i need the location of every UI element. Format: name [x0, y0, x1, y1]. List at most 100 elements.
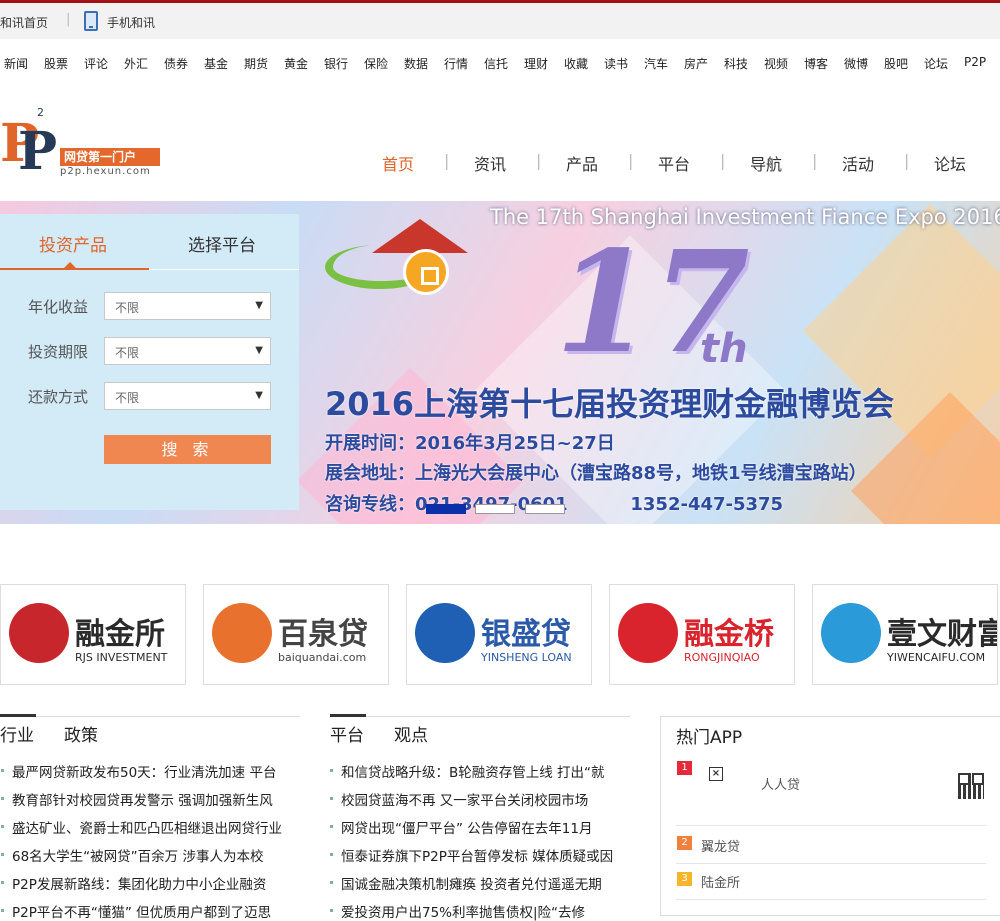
partner-logo-box[interactable]: 壹文财富 YIWENCAIFU.COM	[812, 584, 998, 685]
nav-item[interactable]: 视频	[764, 55, 788, 72]
partner-logo-icon	[212, 603, 272, 663]
news-link[interactable]: P2P发展新路线：集团化助力中小企业融资	[12, 873, 300, 893]
tab-select-platform[interactable]: 选择平台	[188, 231, 256, 256]
partner-name: 银盛贷	[481, 617, 571, 652]
carousel-dot-2[interactable]	[475, 504, 515, 514]
partner-sub: YINSHENG LOAN	[481, 651, 572, 664]
nav-item[interactable]: 房产	[684, 55, 708, 72]
tab-platform[interactable]: 平台	[330, 721, 364, 746]
nav-item[interactable]: 保险	[364, 55, 388, 72]
tab-invest-products[interactable]: 投资产品	[39, 231, 107, 256]
hot-apps-panel: 热门APP 1 × 人人贷 2 翼龙贷 3 陆金所	[660, 716, 1000, 916]
nav-item[interactable]: 信托	[484, 55, 508, 72]
nav-item[interactable]: 股吧	[884, 55, 908, 72]
news-link[interactable]: 爱投资用户出75%利率抛售债权|险“去修	[341, 901, 631, 921]
nav-item[interactable]: 行情	[444, 55, 468, 72]
main-nav-divider: |	[904, 151, 910, 170]
nav-item[interactable]: 基金	[204, 55, 228, 72]
partner-logo-box[interactable]: 银盛贷 YINSHENG LOAN	[406, 584, 592, 685]
news-link[interactable]: P2P平台不再“懂猫” 但优质用户都到了迈思	[12, 901, 300, 921]
chevron-down-icon: ▼	[255, 345, 263, 356]
banner-main-title: 2016上海第十七届投资理财金融博览会	[325, 385, 895, 423]
partner-logo-icon	[9, 603, 69, 663]
app-renrendai[interactable]: 人人贷	[761, 774, 800, 793]
partner-name: 壹文财富	[887, 617, 998, 652]
tab-industry[interactable]: 行业	[0, 721, 34, 746]
nav-item[interactable]: 科技	[724, 55, 748, 72]
nav-item[interactable]: 黄金	[284, 55, 308, 72]
partner-logo-box[interactable]: 百泉贷 baiquandai.com	[203, 584, 389, 685]
nav-item[interactable]: 汽车	[644, 55, 668, 72]
app-lujinsuo[interactable]: 陆金所	[701, 872, 740, 891]
filter-label-yield: 年化收益	[28, 298, 89, 316]
nav-item[interactable]: 微博	[844, 55, 868, 72]
chevron-down-icon: ▼	[255, 300, 263, 311]
news-link[interactable]: 和信贷战略升级：B轮融资存管上线 打出“就	[341, 761, 631, 781]
nav-item[interactable]: 新闻	[4, 55, 28, 72]
carousel-dot-3[interactable]	[525, 504, 565, 514]
nav-item[interactable]: 读书	[604, 55, 628, 72]
news-link[interactable]: 网贷出现“僵尸平台” 公告停留在去年11月	[341, 817, 631, 837]
news-link[interactable]: 校园贷蓝海不再 又一家平台关闭校园市场	[341, 789, 631, 809]
main-nav-divider: |	[720, 151, 726, 170]
partner-logo-box[interactable]: 融金桥 RONGJINQIAO	[609, 584, 795, 685]
yield-select[interactable]: 不限 ▼	[104, 292, 271, 320]
carousel-dot-1[interactable]	[426, 504, 466, 514]
nav-item[interactable]: 股票	[44, 55, 68, 72]
news-link[interactable]: 教育部针对校园贷再发警示 强调加强新生风	[12, 789, 300, 809]
banner-th: th	[700, 326, 748, 372]
tab-policy[interactable]: 政策	[64, 721, 98, 746]
nav-item[interactable]: 债券	[164, 55, 188, 72]
hot-apps-title: 热门APP	[676, 728, 743, 748]
nav-item[interactable]: P2P	[964, 55, 986, 69]
term-select[interactable]: 不限 ▼	[104, 337, 271, 365]
main-nav-item[interactable]: 首页	[382, 151, 414, 175]
filter-panel: 投资产品 选择平台 年化收益 不限 ▼ 投资期限 不限 ▼ 还款方式 不限 ▼ 搜 索	[0, 214, 299, 510]
yield-select-value: 不限	[115, 301, 140, 315]
main-nav-item[interactable]: 产品	[566, 151, 598, 175]
partner-name: 融金所	[75, 617, 165, 652]
news-link[interactable]: 最严网贷新政发布50天：行业清洗加速 平台	[12, 761, 300, 781]
nav-item[interactable]: 数据	[404, 55, 428, 72]
col1-active-mark	[0, 714, 36, 717]
site-logo[interactable]: P P 2 网贷第一门户 p2p.hexun.com	[0, 104, 170, 184]
news-link[interactable]: 恒泰证券旗下P2P平台暂停发标 媒体质疑或因	[341, 845, 631, 865]
news-link[interactable]: 68名大学生“被网贷”百余万 涉事人为本校	[12, 845, 300, 865]
tab-opinion[interactable]: 观点	[394, 721, 428, 746]
qr-code-icon[interactable]	[958, 773, 984, 799]
news-link[interactable]: 盛达矿业、瓷爵士和匹凸匹相继退出网贷行业	[12, 817, 300, 837]
news-link[interactable]: 国诚金融决策机制瘫痪 投资者兑付遥遥无期	[341, 873, 631, 893]
partner-sub: RONGJINQIAO	[684, 651, 760, 664]
hexun-home-link[interactable]: 和讯首页	[0, 14, 48, 31]
expo-logo-coin-icon	[403, 249, 449, 295]
nav-item[interactable]: 银行	[324, 55, 348, 72]
logo-url: p2p.hexun.com	[60, 166, 151, 177]
main-nav-item[interactable]: 活动	[842, 151, 874, 175]
main-nav-item[interactable]: 资讯	[474, 151, 506, 175]
partner-logo-box[interactable]: 融金所 RJS INVESTMENT	[0, 584, 186, 685]
nav-item[interactable]: 评论	[84, 55, 108, 72]
nav-item[interactable]: 博客	[804, 55, 828, 72]
main-nav-divider: |	[812, 151, 818, 170]
mobile-hexun-link[interactable]: 手机和讯	[107, 14, 155, 31]
search-button[interactable]: 搜 索	[104, 435, 271, 464]
repayment-select[interactable]: 不限 ▼	[104, 382, 271, 410]
col1-header-line	[0, 716, 300, 717]
logo-p-navy: P	[18, 121, 58, 182]
bullet	[330, 909, 333, 912]
partner-name: 融金桥	[684, 617, 774, 652]
main-nav-item[interactable]: 论坛	[934, 151, 966, 175]
app-yilongdai[interactable]: 翼龙贷	[701, 836, 740, 855]
main-nav-item[interactable]: 平台	[658, 151, 690, 175]
mobile-phone-icon	[84, 11, 98, 31]
main-nav-divider: |	[536, 151, 542, 170]
nav-item[interactable]: 期货	[244, 55, 268, 72]
nav-item[interactable]: 理财	[524, 55, 548, 72]
bullet	[330, 769, 333, 772]
rank-badge-3: 3	[677, 872, 692, 886]
nav-item[interactable]: 收藏	[564, 55, 588, 72]
main-nav-item[interactable]: 导航	[750, 151, 782, 175]
nav-item[interactable]: 外汇	[124, 55, 148, 72]
nav-item[interactable]: 论坛	[924, 55, 948, 72]
bullet	[330, 881, 333, 884]
